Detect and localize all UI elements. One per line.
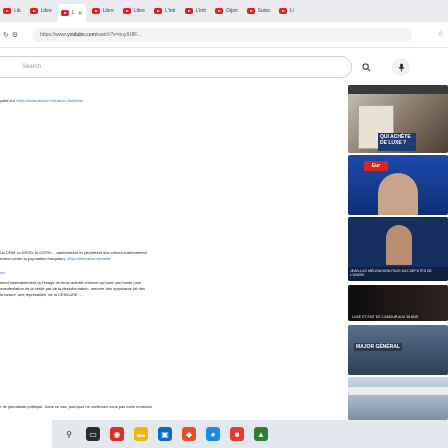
bookmark-icon[interactable]: ☆ [438, 30, 444, 38]
os-taskbar: ⚲ ▭ ◉ ▬ ▣ ◆ ● ■ ▲ [52, 420, 448, 448]
description-text: r de journaliste politique. Dans ce cas,… [0, 404, 153, 409]
thumbnail-caption: Eur [364, 161, 388, 171]
browser-tab[interactable]: Libre [89, 3, 117, 19]
youtube-favicon-icon [29, 8, 38, 14]
thumbnail-person [378, 173, 418, 215]
video-thumbnail[interactable] [348, 377, 448, 420]
site-settings-icon[interactable]: ⚙ [12, 31, 18, 39]
tab-label: L'intr [195, 8, 207, 14]
tab-label: Libre [40, 8, 52, 14]
url-path: /watch?v=ouyIU8F... [95, 31, 141, 38]
tab-label: Lib [14, 8, 21, 14]
description-text: la torture, des représailles, de la CENC… [0, 292, 83, 297]
browser-tab-strip: Lib Libre L ✕ Libre Libre L'intr L'intr D… [0, 0, 448, 22]
description-block: Us DRM, la DRSD, la DGPN ... administren… [0, 250, 340, 262]
file-explorer-icon[interactable]: ▬ [134, 427, 148, 441]
app-icon[interactable]: ● [206, 427, 220, 441]
tab-label: Libre [102, 8, 114, 14]
reload-icon[interactable]: ↻ [3, 31, 9, 39]
app-icon[interactable]: ◉ [110, 427, 124, 441]
search-input[interactable]: Search [0, 56, 352, 78]
address-bar-icons: ↻ ⚙ [3, 31, 18, 39]
youtube-favicon-icon [3, 8, 11, 14]
windows-search-icon[interactable]: ⚲ [62, 427, 76, 441]
tab-label: Suiss [257, 8, 270, 14]
youtube-favicon-icon [246, 8, 255, 14]
youtube-favicon-icon [215, 8, 224, 14]
browser-tab[interactable]: L'intr [182, 3, 210, 19]
description-block: r de journaliste politique. Dans ce cas,… [0, 404, 340, 410]
tab-label: Dijon [226, 8, 238, 14]
browser-tab[interactable]: L'intr [151, 3, 179, 19]
url-field[interactable]: https://www. youtube.com/watch?v=ouyIU8F.… [32, 27, 413, 42]
tab-label: Libre [133, 8, 145, 14]
search-button[interactable] [356, 58, 376, 76]
youtube-favicon-icon [91, 8, 100, 14]
description-link[interactable]: https://www.france.tv/france-2/telema... [16, 98, 85, 103]
video-thumbnail[interactable]: QUI ACHÈTE DE LUXE ? [348, 85, 448, 153]
browser-tab[interactable]: Libre [27, 3, 55, 19]
youtube-header: Search [0, 49, 448, 85]
recommendations-sidebar: QUI ACHÈTE DE LUXE ? Eur JEAN-LUC MÉLENC… [348, 85, 448, 420]
thumbnail-caption: QUI ACHÈTE DE LUXE ? [378, 133, 416, 151]
url-domain: youtube.com [67, 31, 96, 38]
browser-tab[interactable]: Libre [120, 3, 148, 19]
thumbnail-caption: JEAN-LUC MÉLENCHON FACE AUX DÉPUTÉS DE L… [348, 267, 448, 281]
thumbnail-caption: MAJOR GÉNÉRAL [354, 343, 402, 351]
url-prefix: https://www. [40, 31, 68, 38]
thumbnail-stripe [348, 387, 448, 395]
search-icon [361, 62, 370, 71]
youtube-favicon-icon [278, 8, 287, 14]
tab-label: Li [289, 8, 294, 14]
thumbnail-top-bar [348, 85, 448, 94]
address-bar: ↻ ⚙ https://www. youtube.com/watch?v=ouyI… [0, 22, 448, 48]
video-thumbnail[interactable]: MAJOR GÉNÉRAL [348, 325, 448, 375]
browser-tab-active[interactable]: L ✕ [57, 4, 86, 22]
tab-label: L'intr [164, 8, 176, 14]
app-icon[interactable]: ▣ [158, 427, 172, 441]
youtube-favicon-icon [184, 8, 193, 14]
description-link[interactable]: https://liberation.website/ [67, 256, 111, 261]
youtube-favicon-icon [60, 10, 69, 16]
thumbnail-caption: LUXE ET FAIT DE L'AMOUR AUX 35 ANS [352, 315, 419, 319]
search-placeholder: Search [22, 64, 42, 70]
description-text: yalté sur [0, 98, 17, 103]
app-icon[interactable]: ■ [230, 427, 244, 441]
task-view-icon[interactable]: ▭ [86, 427, 100, 441]
video-thumbnail[interactable]: Eur [348, 155, 448, 215]
description-line: yalté sur https://www.france.tv/france-2… [0, 98, 340, 104]
tab-label: L [71, 10, 75, 16]
browser-tab[interactable]: Lib [0, 3, 24, 19]
description-text: rment contre la population française). [0, 256, 68, 261]
video-thumbnail[interactable]: JEAN-LUC MÉLENCHON FACE AUX DÉPUTÉS DE L… [348, 217, 448, 281]
close-tab-icon[interactable]: ✕ [78, 10, 83, 17]
voice-search-button[interactable] [392, 58, 410, 76]
video-thumbnail[interactable]: LUXE ET FAIT DE L'AMOUR AUX 35 ANS [348, 285, 448, 321]
youtube-favicon-icon [122, 8, 131, 14]
app-icon[interactable]: ▲ [254, 427, 268, 441]
browser-tab[interactable]: Li [276, 3, 297, 19]
browser-tab[interactable]: Dijon [212, 3, 240, 19]
browser-app-icon[interactable]: ◆ [182, 427, 196, 441]
description-block: ion ntent misérablement (à l'image de le… [0, 270, 340, 298]
youtube-favicon-icon [153, 8, 162, 14]
thumbnail-person [386, 225, 412, 265]
microphone-icon [398, 63, 404, 71]
browser-tab[interactable]: Suiss [244, 3, 273, 19]
description-heading: ion [0, 270, 6, 275]
